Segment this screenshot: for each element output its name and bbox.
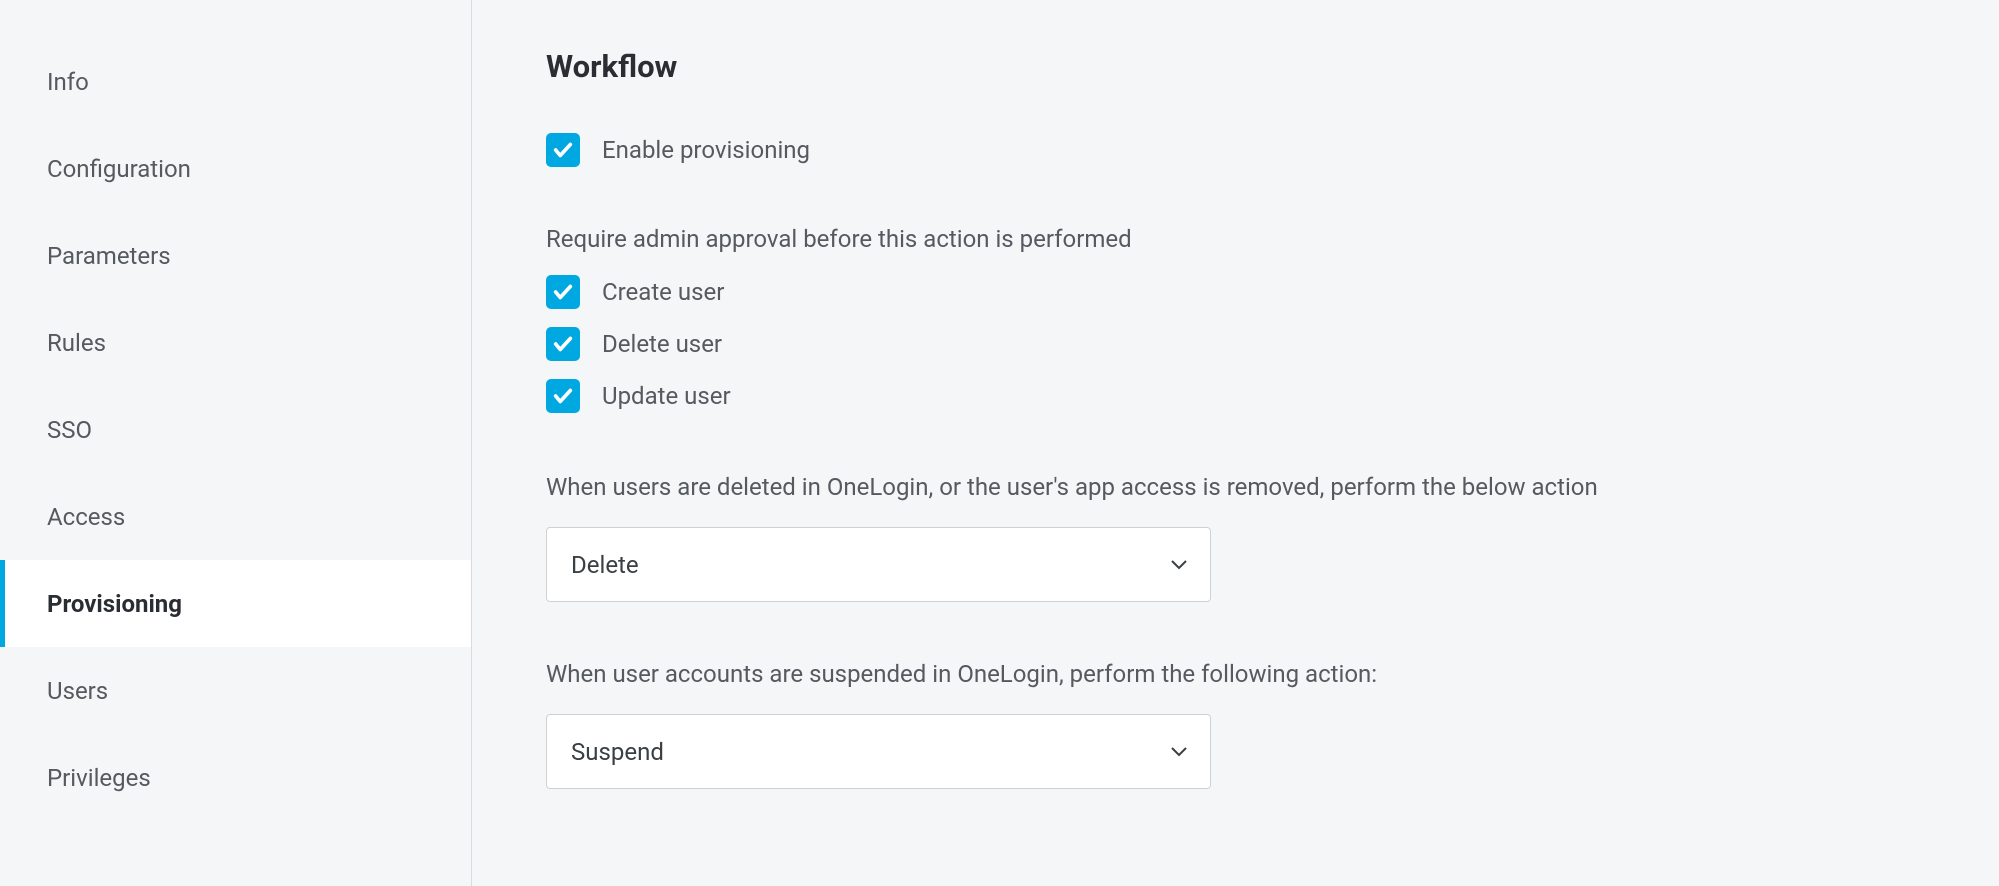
approval-group: Require admin approval before this actio… [546,225,1999,413]
delete-user-label: Delete user [602,330,722,358]
suspend-action-select[interactable]: Suspend [546,714,1211,789]
sidebar: Info Configuration Parameters Rules SSO … [0,0,472,886]
suspend-action-select-wrap: Suspend [546,714,1211,789]
sidebar-item-access[interactable]: Access [0,473,471,560]
section-title: Workflow [546,48,1999,85]
checkmark-icon [552,139,574,161]
sidebar-item-label: Parameters [47,242,171,270]
sidebar-item-label: Configuration [47,155,191,183]
delete-user-checkbox[interactable] [546,327,580,361]
sidebar-item-sso[interactable]: SSO [0,386,471,473]
checkmark-icon [552,385,574,407]
sidebar-item-rules[interactable]: Rules [0,299,471,386]
update-user-label: Update user [602,382,731,410]
update-user-row: Update user [546,379,1999,413]
checkmark-icon [552,281,574,303]
sidebar-item-label: SSO [47,416,92,444]
sidebar-item-label: Access [47,503,125,531]
require-approval-label: Require admin approval before this actio… [546,225,1999,253]
sidebar-item-users[interactable]: Users [0,647,471,734]
sidebar-item-parameters[interactable]: Parameters [0,212,471,299]
suspend-action-label: When user accounts are suspended in OneL… [546,660,1999,688]
delete-action-label: When users are deleted in OneLogin, or t… [546,473,1999,501]
enable-provisioning-row: Enable provisioning [546,133,1999,167]
sidebar-item-privileges[interactable]: Privileges [0,734,471,821]
suspend-action-value: Suspend [571,738,664,766]
sidebar-item-label: Info [47,68,89,96]
checkmark-icon [552,333,574,355]
sidebar-item-info[interactable]: Info [0,38,471,125]
main-content: Workflow Enable provisioning Require adm… [472,0,1999,886]
sidebar-item-label: Privileges [47,764,151,792]
sidebar-item-label: Users [47,677,108,705]
delete-action-select[interactable]: Delete [546,527,1211,602]
enable-provisioning-label: Enable provisioning [602,136,810,164]
sidebar-item-label: Provisioning [47,590,182,618]
create-user-label: Create user [602,278,724,306]
create-user-checkbox[interactable] [546,275,580,309]
create-user-row: Create user [546,275,1999,309]
sidebar-item-provisioning[interactable]: Provisioning [0,560,471,647]
sidebar-item-configuration[interactable]: Configuration [0,125,471,212]
delete-user-row: Delete user [546,327,1999,361]
delete-action-value: Delete [571,551,639,579]
sidebar-item-label: Rules [47,329,106,357]
enable-provisioning-checkbox[interactable] [546,133,580,167]
delete-action-select-wrap: Delete [546,527,1211,602]
update-user-checkbox[interactable] [546,379,580,413]
